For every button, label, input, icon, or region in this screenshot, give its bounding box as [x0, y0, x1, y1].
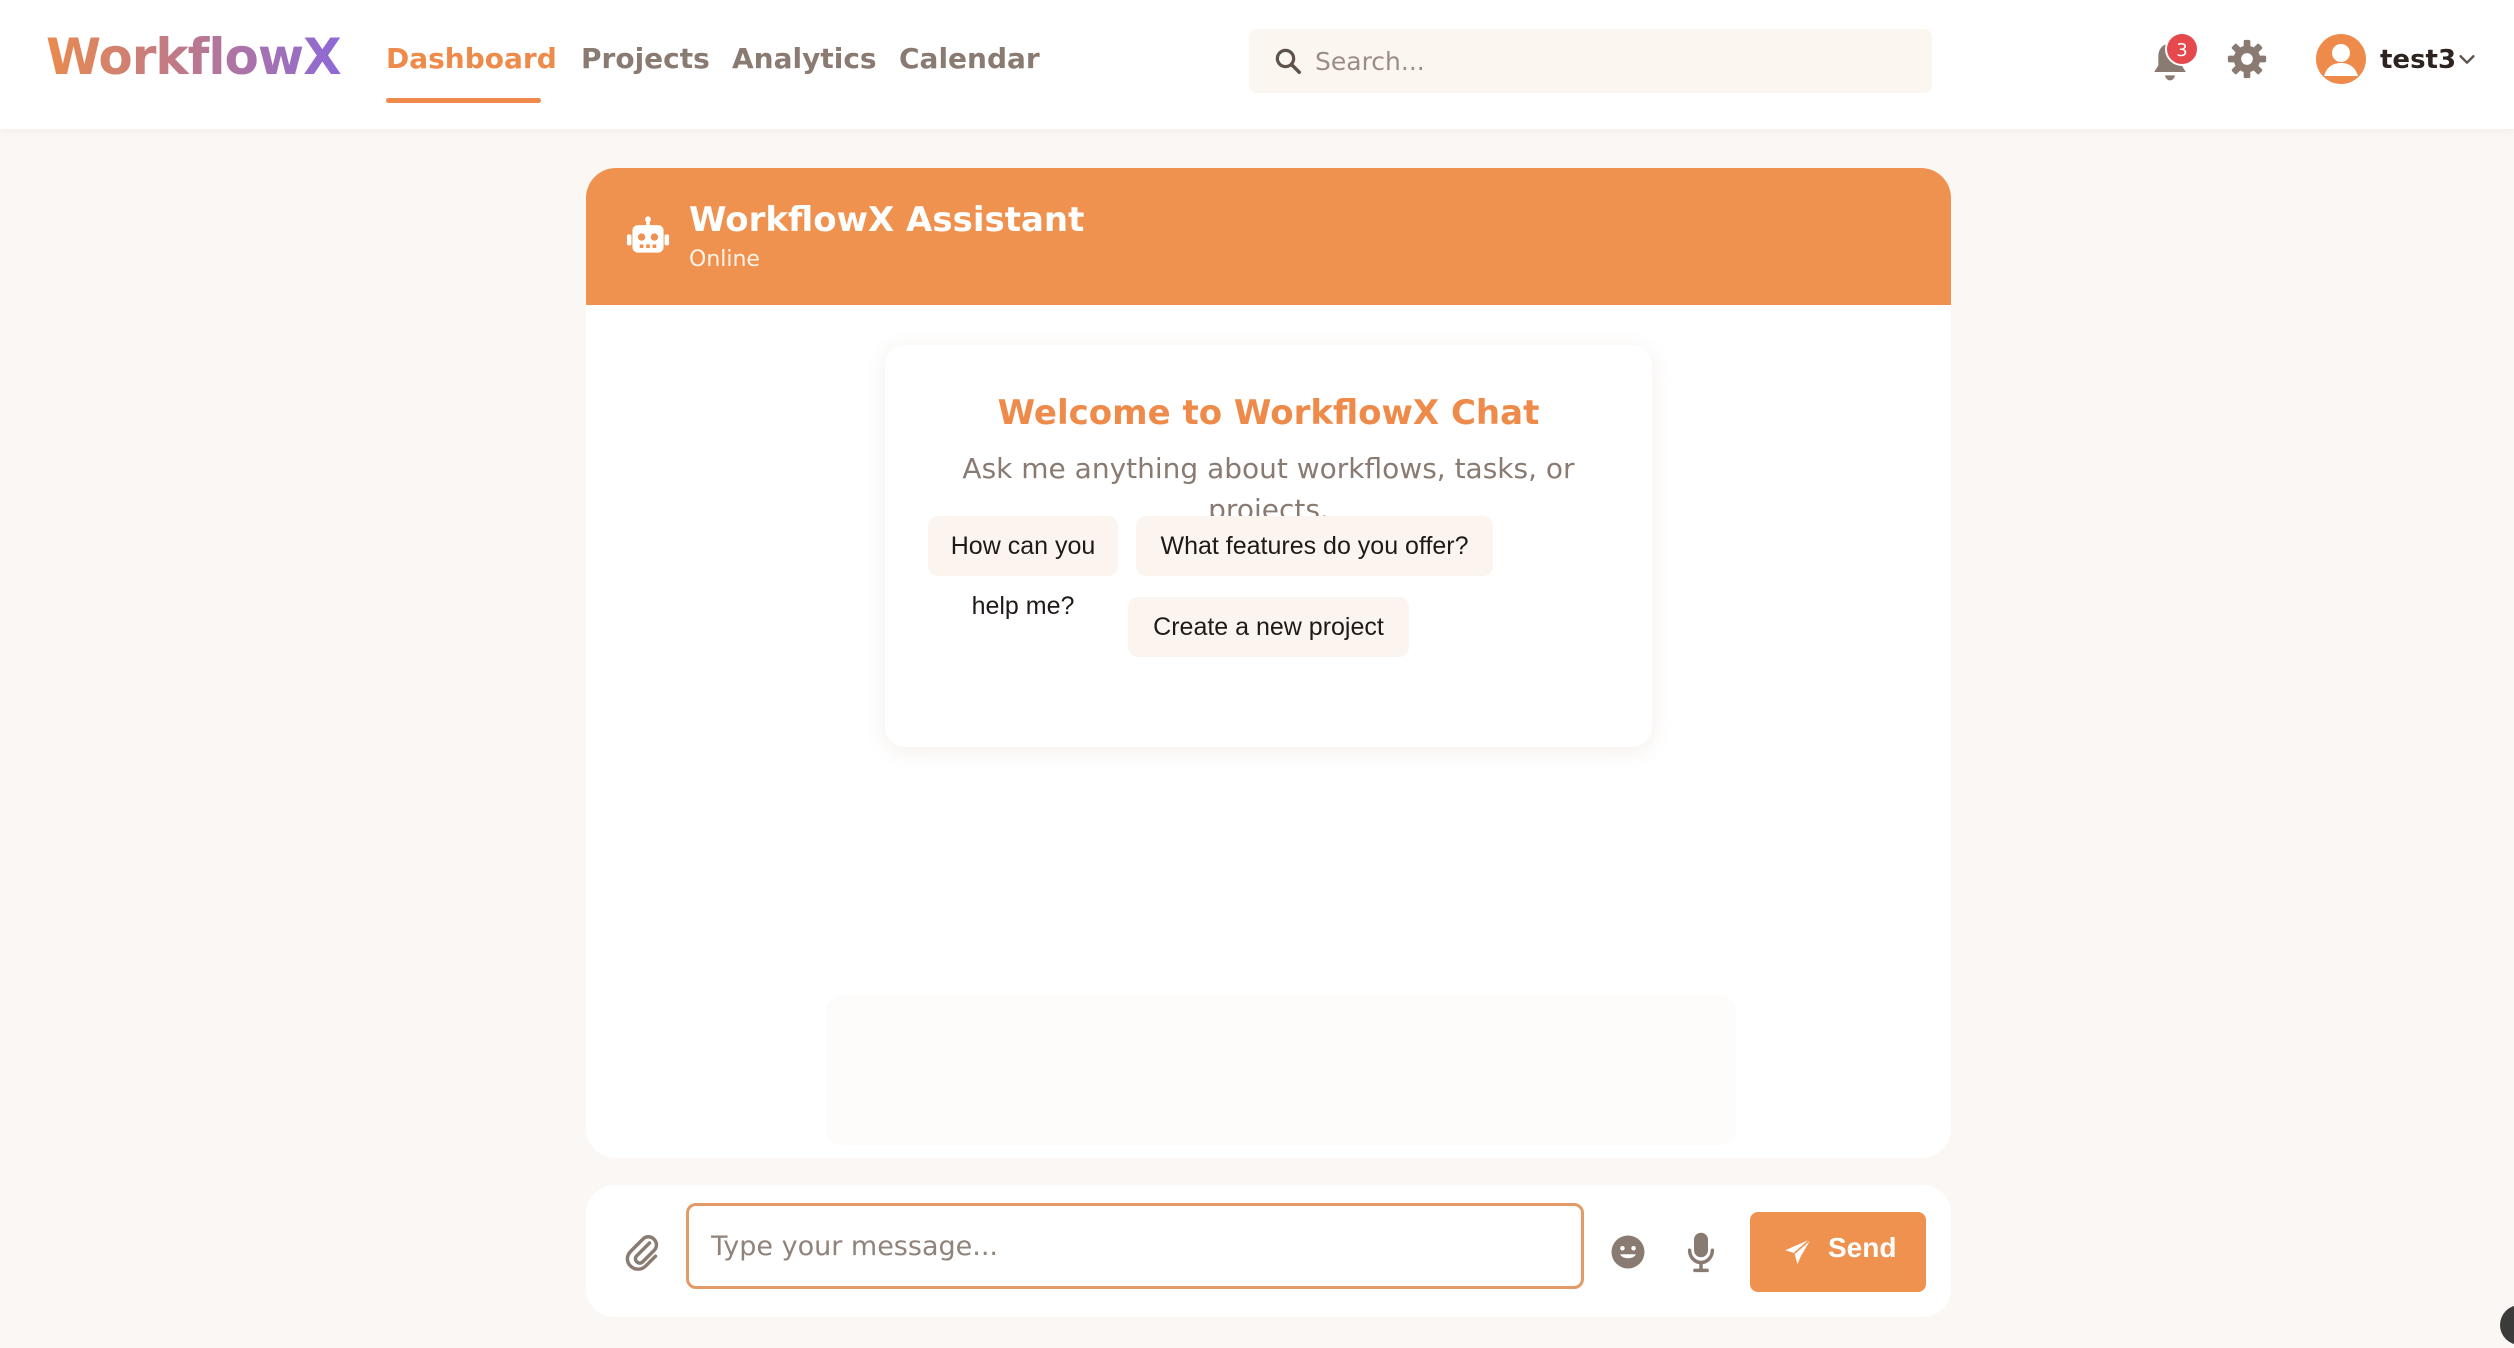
nav-link-projects[interactable]: Projects [581, 42, 710, 75]
faded-media-overlay [826, 995, 1736, 1145]
user-menu[interactable]: test3 [2316, 34, 2486, 86]
active-nav-underline [386, 98, 541, 103]
search-bar[interactable] [1249, 29, 1932, 93]
chat-messages-area: Welcome to WorkflowX Chat Ask me anythin… [586, 305, 1951, 1158]
nav-link-analytics[interactable]: Analytics [732, 42, 877, 75]
welcome-card: Welcome to WorkflowX Chat Ask me anythin… [885, 345, 1652, 747]
assistant-title: WorkflowX Assistant [689, 200, 1085, 240]
search-icon [1275, 48, 1301, 74]
top-navigation-bar: WorkflowX Dashboard Projects Analytics C… [0, 0, 2514, 129]
floating-help-button[interactable] [2500, 1305, 2514, 1345]
search-input[interactable] [1315, 29, 1915, 93]
nav-link-dashboard[interactable]: Dashboard [386, 42, 557, 75]
gear-icon[interactable] [2227, 39, 2267, 79]
welcome-title: Welcome to WorkflowX Chat [997, 393, 1540, 433]
microphone-icon[interactable] [1687, 1231, 1715, 1273]
emoji-icon[interactable] [1610, 1234, 1646, 1270]
suggestion-chip[interactable]: Create a new project [1128, 597, 1409, 657]
message-composer: Send [586, 1185, 1951, 1317]
username-label: test3 [2380, 45, 2457, 75]
notification-count-badge: 3 [2165, 32, 2199, 66]
chat-header: WorkflowX Assistant Online [586, 168, 1951, 305]
nav-link-calendar[interactable]: Calendar [899, 42, 1040, 75]
message-input[interactable] [686, 1203, 1584, 1289]
assistant-status: Online [689, 247, 760, 272]
brand-logo[interactable]: WorkflowX [46, 28, 342, 86]
send-button[interactable]: Send [1750, 1212, 1926, 1292]
robot-icon [626, 216, 670, 253]
suggestion-chip[interactable]: How can you help me? [928, 516, 1118, 620]
user-avatar-icon [2316, 34, 2366, 84]
send-icon [1785, 1238, 1812, 1265]
send-label: Send [1828, 1232, 1897, 1263]
chevron-down-icon [2459, 55, 2475, 64]
paperclip-icon[interactable] [624, 1232, 660, 1272]
suggestion-chip[interactable]: What features do you offer? [1136, 516, 1493, 576]
